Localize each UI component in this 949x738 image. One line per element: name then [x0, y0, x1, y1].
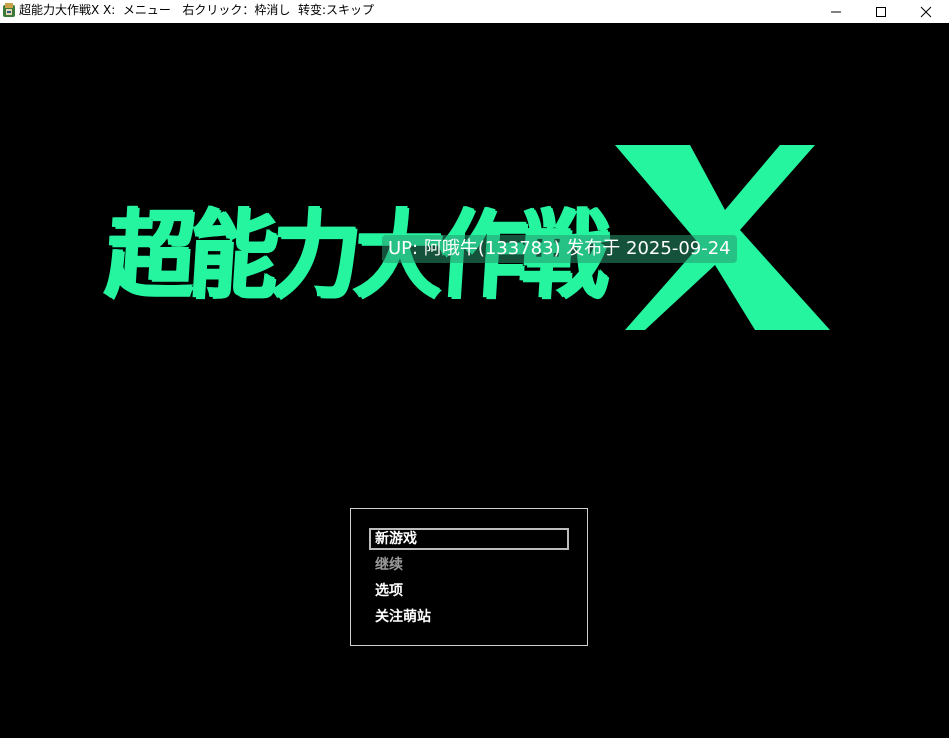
window-title: 超能力大作戦X X: メニュー 右クリック：枠消し 转变:スキップ [19, 3, 375, 17]
minimize-button[interactable] [813, 0, 859, 23]
menu-item-options[interactable]: 选项 [369, 580, 569, 602]
menu-item-follow-site[interactable]: 关注萌站 [369, 606, 569, 628]
title-menu: 新游戏 继续 选项 关注萌站 [350, 508, 588, 646]
uploader-info-badge: UP: 阿哦牛(133783) 发布于 2025-09-24 [382, 235, 737, 263]
menu-item-new-game[interactable]: 新游戏 [369, 528, 569, 550]
maximize-button[interactable] [858, 0, 904, 23]
app-icon [3, 3, 15, 17]
menu-item-continue[interactable]: 继续 [369, 554, 569, 576]
minimize-icon [831, 11, 841, 12]
close-button[interactable] [903, 0, 949, 23]
close-icon [920, 6, 932, 17]
window-titlebar: 超能力大作戦X X: メニュー 右クリック：枠消し 转变:スキップ [0, 0, 949, 23]
maximize-icon [876, 6, 886, 17]
